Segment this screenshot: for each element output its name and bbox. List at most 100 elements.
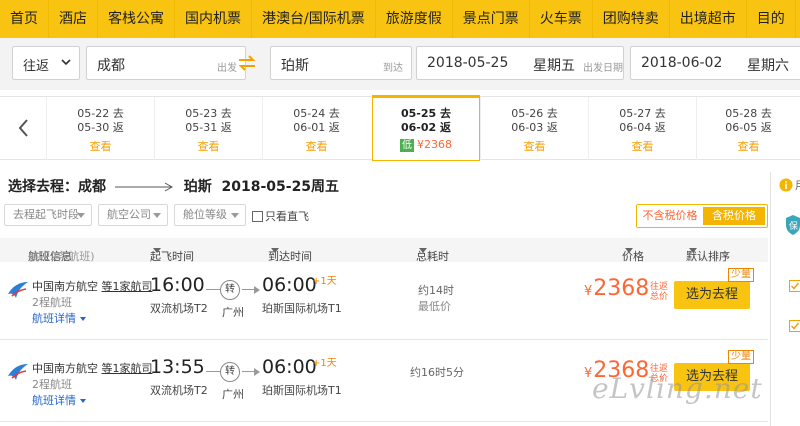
caret-down-icon	[625, 248, 633, 253]
route-label: 选择去程：	[8, 179, 78, 195]
nav-item-group-buy[interactable]: 团购特卖	[593, 0, 670, 38]
top-nav: 首页 酒店 客栈公寓 国内机票 港澳台/国际机票 旅游度假 景点门票 火车票 团…	[0, 0, 800, 38]
airline-label: 中国南方航空	[32, 362, 98, 375]
side-panel: 用 保	[770, 172, 800, 426]
date-cell-price: 查看	[631, 140, 654, 153]
date-cell[interactable]: 05-26 去 06-03 返 查看	[480, 97, 588, 160]
nav-item-inn[interactable]: 客栈公寓	[98, 0, 175, 38]
few-seats-badge: 少量	[728, 268, 754, 282]
china-southern-logo-icon	[8, 364, 28, 380]
cabin-filter[interactable]: 舱位等级	[174, 204, 246, 226]
tax-exclusive-option[interactable]: 不含税价格	[639, 207, 701, 225]
flight-detail-label: 航班详情	[32, 312, 76, 325]
arrow-right-icon	[114, 182, 173, 192]
transfer-city: 广州	[222, 306, 244, 319]
side-panel-text: 用	[795, 177, 800, 193]
date-cell[interactable]: 05-24 去 06-01 返 查看	[262, 97, 370, 160]
svg-text:保: 保	[789, 220, 798, 232]
china-southern-logo-icon	[8, 282, 28, 298]
nav-item-hotel[interactable]: 酒店	[49, 0, 98, 38]
codeshare-link[interactable]: 等1家航司	[102, 280, 153, 293]
select-outbound-button[interactable]: 选为去程	[674, 281, 750, 309]
airline-filter[interactable]: 航空公司	[98, 204, 168, 226]
flight-row: 中国南方航空 等1家航司 2程航班 航班详情 16:00 双流机场T2 转 广州…	[0, 264, 768, 340]
nav-item-tickets[interactable]: 景点门票	[453, 0, 530, 38]
flight-detail-link[interactable]: 航班详情	[32, 392, 86, 408]
transfer-icon: 转	[220, 280, 240, 300]
arrive-airport: 珀斯国际机场T1	[262, 384, 342, 397]
insurance-icon: 保	[786, 215, 800, 235]
depart-date-value: 2018-05-25	[427, 55, 509, 71]
tax-inclusive-option[interactable]: 含税价格	[703, 207, 765, 225]
date-cell-go: 05-25 去	[400, 107, 451, 120]
nav-item-home[interactable]: 首页	[0, 0, 49, 38]
duration: 约14时	[418, 284, 454, 297]
date-cell[interactable]: 05-22 去 05-30 返 查看	[46, 97, 154, 160]
cabin-filter-label: 舱位等级	[183, 208, 227, 221]
date-cell-price: 查看	[89, 140, 112, 153]
date-cell-price: 查看	[737, 140, 760, 153]
date-cell[interactable]: 05-23 去 05-31 返 查看	[154, 97, 262, 160]
nav-item-train[interactable]: 火车票	[530, 0, 593, 38]
return-weekday: 星期六	[747, 58, 789, 74]
date-cell-selected[interactable]: 05-25 去 06-02 返 低 ¥2368	[372, 95, 480, 161]
arrow-right-icon	[254, 286, 260, 294]
caret-down-icon	[153, 248, 161, 253]
from-city-input[interactable]: 成都 出发	[86, 46, 246, 80]
lowest-price-tag: 最低价	[418, 300, 451, 313]
arrive-time: 06:00	[262, 274, 317, 296]
time-filter[interactable]: 去程起飞时段	[4, 204, 92, 226]
return-date-input[interactable]: 2018-06-02 星期六	[630, 46, 800, 80]
nav-item-destination[interactable]: 目的	[747, 0, 796, 38]
date-strip: 05-22 去 05-30 返 查看 05-23 去 05-31 返 查看 05…	[0, 95, 800, 161]
price: ¥2368	[584, 276, 649, 301]
route-from: 成都	[78, 179, 106, 195]
date-cell[interactable]: 05-28 去 06-05 返 查看	[696, 97, 800, 160]
transfer-icon: 转	[220, 362, 240, 382]
from-city-hint: 出发	[217, 63, 237, 74]
date-cell[interactable]: 05-27 去 06-04 返 查看	[588, 97, 696, 160]
route-line	[206, 289, 220, 290]
airline-label: 中国南方航空	[32, 280, 98, 293]
flight-detail-label: 航班详情	[32, 394, 76, 407]
date-cell-back: 06-02 返	[400, 121, 451, 134]
chevron-left-icon[interactable]	[14, 117, 34, 139]
airline-name: 中国南方航空 等1家航司	[32, 360, 153, 376]
to-city-input[interactable]: 珀斯 到达	[270, 46, 412, 80]
few-seats-badge: 少量	[728, 350, 754, 364]
depart-date-input[interactable]: 2018-05-25 星期五 出发日期	[416, 46, 624, 80]
low-price-badge: 低	[400, 139, 414, 152]
date-cell-go: 05-26 去	[511, 107, 558, 120]
direct-only-checkbox[interactable]: 只看直飞	[252, 208, 309, 224]
date-cell-price: 查看	[523, 140, 546, 153]
next-day-badge: +1天	[312, 358, 337, 369]
swap-icon[interactable]	[236, 53, 258, 73]
airline-filter-label: 航空公司	[107, 208, 151, 221]
checkbox-icon	[252, 211, 263, 222]
date-cell-go: 05-23 去	[185, 107, 232, 120]
check-icon	[789, 320, 800, 332]
nav-item-international-flights[interactable]: 港澳台/国际机票	[252, 0, 376, 38]
date-cell-back: 05-31 返	[185, 121, 232, 134]
depart-airport: 双流机场T2	[150, 384, 208, 397]
search-bar: 往返 成都 出发 珀斯 到达 2018-05-25 星期五 出发日期 2018-…	[0, 38, 800, 90]
route-date: 2018-05-25周五	[221, 179, 340, 195]
nav-item-domestic-flights[interactable]: 国内机票	[175, 0, 252, 38]
caret-down-icon	[80, 399, 86, 403]
nav-item-vacation[interactable]: 旅游度假	[376, 0, 453, 38]
trip-type-select[interactable]: 往返	[12, 46, 80, 80]
from-city-value: 成都	[97, 58, 125, 74]
flight-detail-link[interactable]: 航班详情	[32, 310, 86, 326]
depart-weekday: 星期五	[533, 58, 575, 74]
check-icon	[789, 280, 800, 292]
date-cell-go: 05-27 去	[619, 107, 666, 120]
caret-down-icon	[419, 248, 427, 253]
flight-count: (共22条航班)	[28, 250, 95, 263]
transfer-city: 广州	[222, 388, 244, 401]
nav-item-outbound-market[interactable]: 出境超市	[670, 0, 747, 38]
codeshare-link[interactable]: 等1家航司	[102, 362, 153, 375]
segment-count: 2程航班	[32, 296, 72, 309]
depart-date-hint: 出发日期	[583, 63, 623, 74]
airline-name: 中国南方航空 等1家航司	[32, 278, 153, 294]
route-title: 选择去程：成都 珀斯 2018-05-25周五	[8, 176, 339, 196]
